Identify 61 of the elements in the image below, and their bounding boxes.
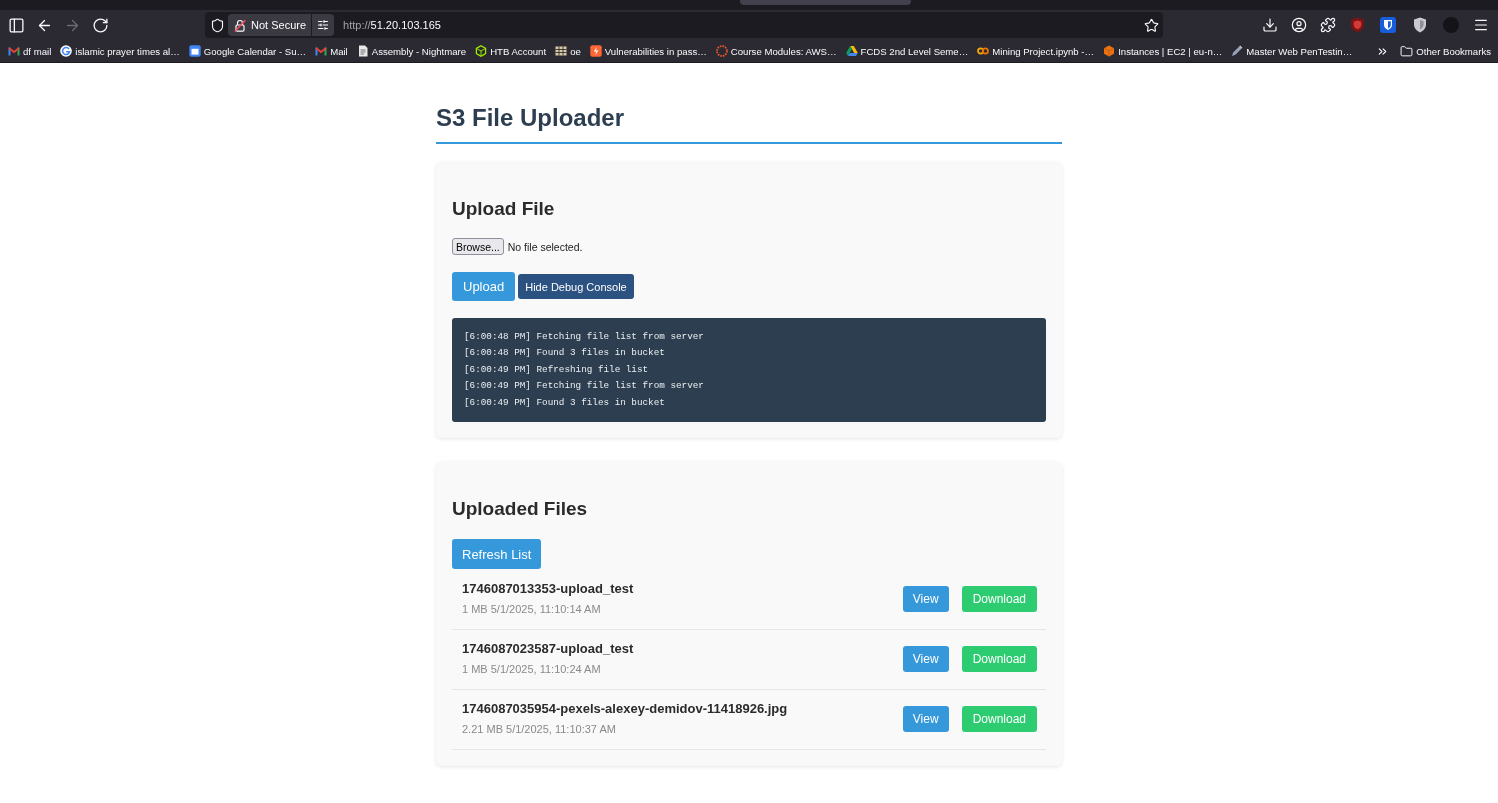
pen-icon: [1231, 45, 1244, 57]
page-title: S3 File Uploader: [436, 103, 626, 132]
bookmark-item[interactable]: FCDS 2nd Level Seme…: [842, 41, 972, 61]
file-meta: 1 MB 5/1/2025, 11:10:14 AM: [462, 602, 601, 618]
sliders-icon: [317, 19, 330, 31]
bookmark-item[interactable]: Course Modules: AWS…: [712, 41, 840, 61]
hexagon-icon: [1103, 45, 1116, 57]
bolt-tile-icon: [589, 45, 602, 57]
section-heading: Upload File: [452, 197, 555, 220]
sidebar-icon[interactable]: [7, 16, 25, 34]
url-text: http://51.20.103.165: [343, 19, 441, 31]
file-name: 1746087023587-upload_test: [462, 640, 634, 659]
bookmark-item[interactable]: Mining Project.ipynb -…: [974, 41, 1098, 61]
bookmark-item[interactable]: Master Web PenTestin…: [1228, 41, 1356, 61]
file-name: 1746087035954-pexels-alexey-demidov-11418926.jpg: [462, 700, 788, 719]
menu-icon[interactable]: [1473, 17, 1489, 33]
shield-tile-icon[interactable]: [1380, 17, 1396, 33]
bookmark-item[interactable]: df mail: [5, 41, 55, 61]
file-meta: 1 MB 5/1/2025, 11:10:24 AM: [462, 662, 601, 678]
browse-button[interactable]: Browse...: [452, 238, 504, 255]
bookmark-item[interactable]: Assembly - Nightmare: [353, 41, 470, 61]
download-icon[interactable]: [1261, 17, 1278, 33]
ring-icon: [715, 45, 728, 57]
bookmark-item[interactable]: Mail: [312, 41, 351, 61]
section-heading: Uploaded Files: [452, 497, 588, 521]
calendar-icon: [188, 45, 201, 57]
cube-icon: [475, 45, 488, 57]
account-icon[interactable]: [1290, 17, 1307, 33]
bookmark-folder[interactable]: Other Bookmarks: [1397, 41, 1494, 61]
shield-icon[interactable]: [1412, 17, 1427, 33]
bookmark-item[interactable]: Instances | EC2 | eu-n…: [1100, 41, 1226, 61]
log-line: [6:00:48 PM] Found 3 files in bucket: [464, 346, 665, 361]
log-line: [6:00:49 PM] Refreshing file list: [464, 362, 649, 377]
shield-icon[interactable]: [209, 17, 225, 33]
log-line: [6:00:49 PM] Fetching file list from server: [464, 379, 704, 394]
bookmark-item[interactable]: Google Calendar - Su…: [185, 41, 310, 61]
bookmark-item[interactable]: oe: [552, 41, 584, 61]
mail-icon: [315, 45, 328, 57]
file-name: 1746087013353-upload_test: [462, 580, 634, 599]
address-bar[interactable]: Not Secure http://51.20.103.165: [205, 12, 1163, 38]
toggle-console-button[interactable]: Hide Debug Console: [518, 274, 634, 299]
star-icon[interactable]: [1143, 17, 1159, 33]
log-line: [6:00:49 PM] Found 3 files in bucket: [464, 395, 665, 410]
linked-rings-icon: [977, 45, 990, 57]
file-status-text: No file selected.: [507, 240, 583, 253]
security-button[interactable]: Not Secure: [228, 14, 312, 36]
bookmark-item[interactable]: islamic prayer times al…: [57, 41, 183, 61]
reload-icon[interactable]: [91, 16, 109, 34]
g-logo-icon: [60, 45, 73, 57]
mail-icon: [8, 45, 20, 57]
puzzle-icon[interactable]: [1319, 17, 1336, 33]
bookmark-item[interactable]: Vulnerabilities in pass…: [586, 41, 710, 61]
lock-icon: [234, 18, 246, 32]
log-line: [6:00:48 PM] Fetching file list from server: [464, 330, 704, 344]
file-meta: 2.21 MB 5/1/2025, 11:10:37 AM: [462, 722, 616, 738]
document-icon: [356, 45, 369, 57]
permissions-button[interactable]: [312, 14, 335, 36]
grid-icon: [555, 45, 568, 57]
bookmark-item[interactable]: HTB Account: [472, 41, 550, 61]
folder-icon: [1400, 44, 1414, 58]
triangle-icon: [845, 45, 858, 57]
